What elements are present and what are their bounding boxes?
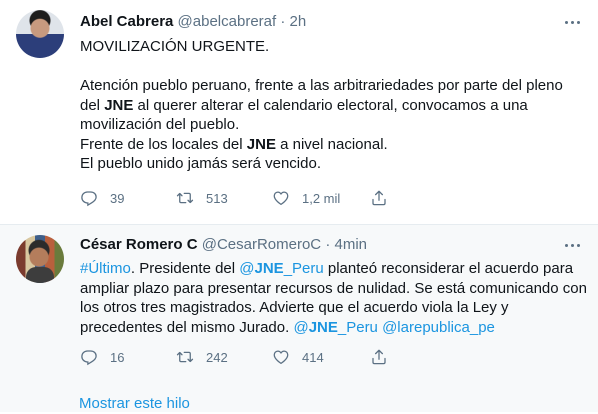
- mention-link[interactable]: @larepublica_pe: [378, 319, 495, 336]
- tweet-line: El pueblo unido jamás será vencido.: [80, 155, 321, 172]
- tweet-cesar-romero[interactable]: César Romero C @CesarRomeroC · 4min #Últ…: [0, 225, 598, 412]
- hashtag-link[interactable]: #Último: [80, 260, 131, 277]
- tweet-abel-cabrera[interactable]: Abel Cabrera @abelcabreraf · 2h MOVILIZA…: [0, 0, 598, 224]
- more-icon[interactable]: [562, 12, 582, 32]
- avatar[interactable]: [16, 10, 64, 58]
- like-count: 1,2 mil: [302, 190, 341, 206]
- reply-button[interactable]: 16: [80, 347, 124, 367]
- separator-dot: ·: [280, 13, 286, 30]
- tweet-line: MOVILIZACIÓN URGENTE.: [80, 38, 270, 55]
- tweet-line: movilización del pueblo.: [80, 116, 240, 133]
- tweet-line: Atención pueblo peruano, frente a las ar…: [80, 77, 563, 94]
- more-icon[interactable]: [562, 235, 582, 255]
- share-button[interactable]: [370, 347, 388, 367]
- avatar[interactable]: [16, 235, 64, 283]
- tweet-actions: 16 242 414: [80, 347, 560, 367]
- like-count: 414: [302, 349, 324, 365]
- share-icon: [372, 349, 386, 365]
- retweet-icon: [176, 192, 194, 204]
- share-button[interactable]: [370, 188, 388, 208]
- author-name[interactable]: Abel Cabrera: [80, 13, 173, 30]
- tweet-line: los otros tres magistrados. Advierte que…: [80, 299, 509, 316]
- share-icon: [372, 190, 386, 206]
- heart-icon: [273, 350, 289, 365]
- tweet-line: Frente de los locales del JNE a nivel na…: [80, 135, 388, 153]
- retweet-button[interactable]: 513: [176, 188, 228, 208]
- heart-icon: [273, 191, 289, 206]
- tweet-time[interactable]: 4min: [334, 236, 367, 253]
- retweet-count: 513: [206, 190, 228, 206]
- author-name[interactable]: César Romero C: [80, 236, 198, 253]
- like-button[interactable]: 1,2 mil: [272, 188, 340, 208]
- separator-dot: ·: [325, 236, 331, 253]
- reply-button[interactable]: 39: [80, 188, 124, 208]
- tweet-line: #Último. Presidente del @JNE_Peru plante…: [80, 260, 574, 277]
- tweet-text: MOVILIZACIÓN URGENTE. Atención pueblo pe…: [80, 37, 582, 174]
- mention-link[interactable]: @JNE_Peru: [239, 260, 323, 277]
- reply-icon: [81, 350, 97, 366]
- retweet-icon: [176, 351, 194, 363]
- tweet-line: ampliar plazo para presentar recursos de…: [80, 279, 587, 297]
- tweet-line: del JNE al querer alterar el calendario …: [80, 96, 528, 114]
- retweet-count: 242: [206, 349, 228, 365]
- tweet-text: #Último. Presidente del @JNE_Peru plante…: [80, 259, 587, 337]
- retweet-button[interactable]: 242: [176, 347, 228, 367]
- reply-icon: [81, 191, 97, 207]
- tweet-actions: 39 513 1,2 mil: [80, 188, 560, 208]
- author-handle[interactable]: @CesarRomeroC: [202, 236, 321, 253]
- tweet-header: César Romero C @CesarRomeroC · 4min: [80, 235, 558, 255]
- tweet-time[interactable]: 2h: [290, 13, 307, 30]
- show-thread-link[interactable]: Mostrar este hilo: [79, 394, 190, 414]
- reply-count: 16: [110, 349, 125, 365]
- reply-count: 39: [110, 190, 125, 206]
- tweet-header: Abel Cabrera @abelcabreraf · 2h: [80, 12, 558, 32]
- like-button[interactable]: 414: [272, 347, 324, 367]
- author-handle[interactable]: @abelcabreraf: [178, 13, 277, 30]
- tweet-line: precedentes del mismo Jurado. @JNE_Peru …: [80, 318, 495, 336]
- mention-link[interactable]: @JNE_Peru: [293, 319, 377, 336]
